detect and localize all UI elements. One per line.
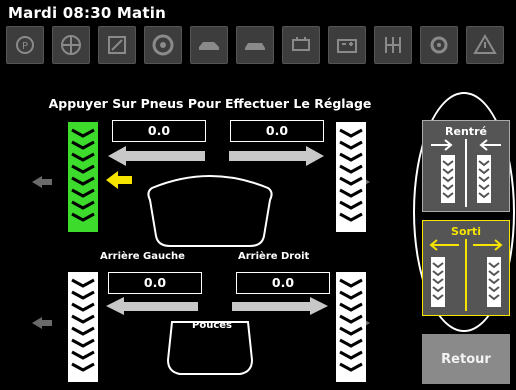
retracted-button[interactable]: Rentré — [422, 120, 510, 212]
rear-right-arrow-icon — [232, 297, 328, 315]
extended-button[interactable]: Sorti — [422, 220, 510, 316]
rear-left-arrow-icon — [106, 297, 198, 315]
extended-arrows-icon — [429, 239, 503, 311]
retracted-arrows-icon — [431, 139, 501, 207]
triangle-warning-icon[interactable] — [466, 26, 504, 64]
rear-left-outer-arrow-icon — [32, 317, 52, 329]
return-button[interactable]: Retour — [422, 334, 510, 384]
unit-label: Pouces — [192, 320, 232, 331]
front-body-outline — [147, 175, 273, 247]
settings-icon[interactable] — [420, 26, 458, 64]
front-left-outer-arrow-icon — [32, 176, 52, 188]
front-left-tire[interactable] — [68, 122, 98, 232]
front-right-tire[interactable] — [336, 122, 366, 232]
rear-right-tire[interactable] — [336, 272, 366, 382]
selected-indicator-arrow-icon — [106, 171, 132, 189]
front-left-arrow-icon — [108, 146, 205, 166]
rear-left-tire[interactable] — [68, 272, 98, 382]
front-right-arrow-icon — [229, 146, 324, 166]
